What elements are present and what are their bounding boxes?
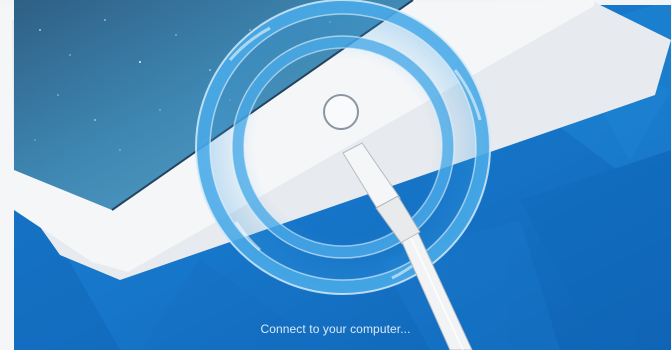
status-text: Connect to your computer... [260,322,411,336]
restore-screen: Connect to your computer... [0,0,671,350]
left-edge [0,0,14,350]
connect-illustration [0,0,671,350]
connection-rings-icon [195,0,491,295]
